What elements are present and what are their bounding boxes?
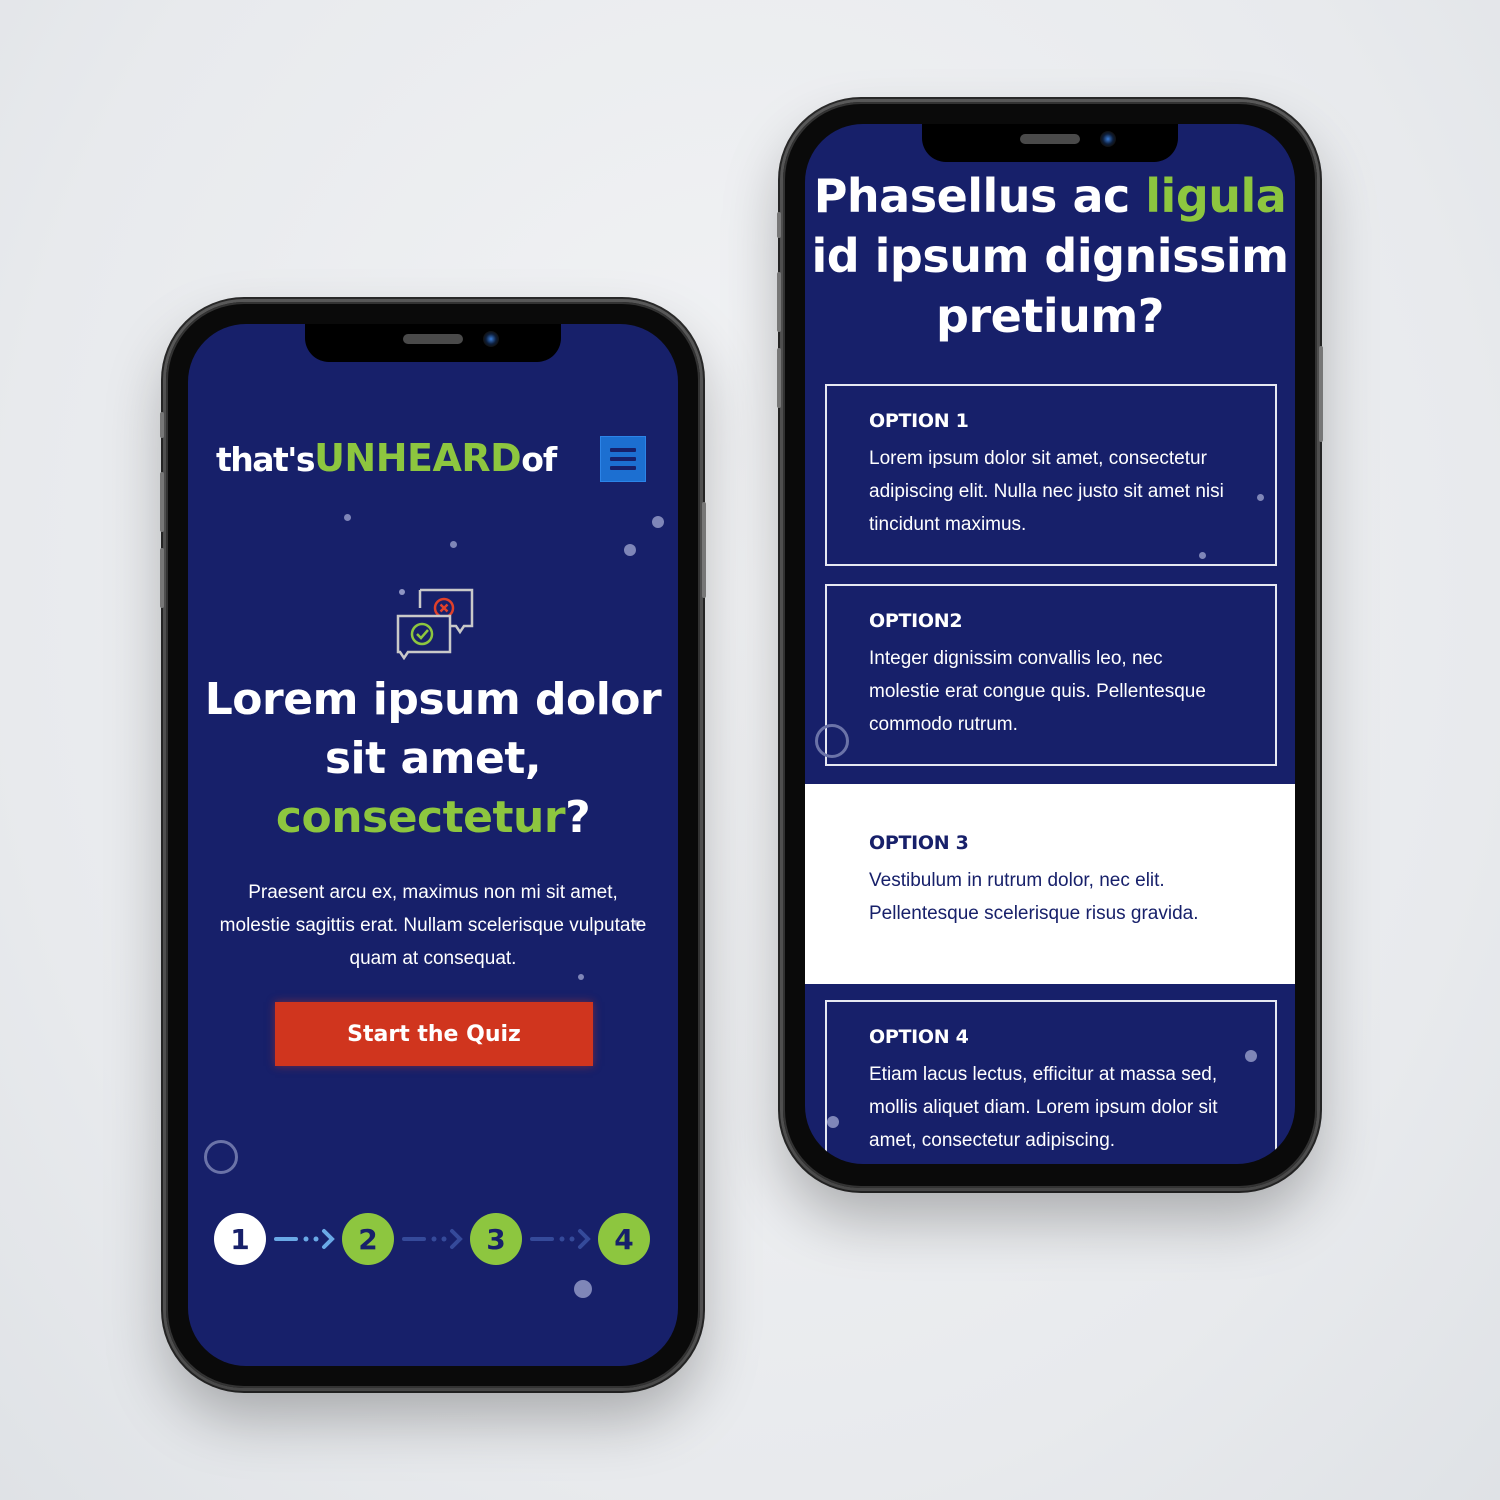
hero-title-highlight: consectetur (275, 792, 566, 843)
mute-switch (777, 212, 781, 238)
speaker-grille (1020, 134, 1080, 144)
option-label: OPTION 3 (869, 832, 969, 854)
step-arrow-icon (274, 1229, 335, 1249)
answer-option-3-selected[interactable]: OPTION 3 Vestibulum in rutrum dolor, nec… (805, 784, 1295, 984)
step-arrow-icon (402, 1229, 463, 1249)
decor-dot (344, 514, 351, 521)
start-quiz-button[interactable]: Start the Quiz (275, 1002, 593, 1066)
decor-dot (652, 516, 664, 528)
decor-ring (204, 1140, 238, 1174)
decor-dot (1245, 1050, 1257, 1062)
decor-dot (1199, 552, 1206, 559)
power-button (1319, 346, 1323, 442)
speaker-grille (403, 334, 463, 344)
option-text: Lorem ipsum dolor sit amet, consectetur … (869, 448, 1224, 535)
volume-up-button (160, 472, 164, 532)
answer-option-2[interactable]: OPTION2 Integer dignissim convallis leo,… (825, 584, 1277, 766)
option-text: Vestibulum in rutrum dolor, nec elit. Pe… (869, 870, 1199, 924)
option-label: OPTION 4 (869, 1026, 969, 1048)
chat-check-cross-icon (396, 588, 474, 660)
step-3: 3 (470, 1213, 522, 1265)
mute-switch (160, 412, 164, 438)
power-button (702, 502, 706, 598)
step-1: 1 (214, 1213, 266, 1265)
volume-down-button (160, 548, 164, 608)
camera-icon (1100, 131, 1116, 147)
question-title-highlight: ligula (1145, 169, 1287, 223)
volume-up-button (777, 272, 781, 332)
menu-button[interactable] (600, 436, 646, 482)
decor-dot (1257, 494, 1264, 501)
hero-title-line3: consectetur? (188, 788, 678, 847)
hero-title-line1: Lorem ipsum dolor (204, 674, 662, 725)
hamburger-icon-line (610, 448, 636, 452)
hero-title: Lorem ipsum dolor sit amet, consectetur? (188, 670, 678, 847)
hero-description: Praesent arcu ex, maximus non mi sit ame… (219, 882, 647, 969)
phone-notch (922, 124, 1178, 162)
logo-of: of (521, 440, 557, 479)
decor-dot (574, 1280, 592, 1298)
answer-option-4[interactable]: OPTION 4 Etiam lacus lectus, efficitur a… (825, 1000, 1277, 1164)
hero-title-line2: sit amet, (324, 733, 542, 784)
volume-down-button (777, 348, 781, 408)
phone-mockup-question: Phasellus ac ligula id ipsum dignissim p… (777, 102, 1323, 1188)
step-4: 4 (598, 1213, 650, 1265)
hero-title-end: ? (565, 792, 591, 843)
question-title-part2: id ipsum dignissim pretium? (811, 229, 1289, 343)
phone-mockup-landing: that'sUNHEARDof Lorem ipsum dolor sit am… (160, 302, 706, 1388)
option-label: OPTION2 (869, 610, 963, 632)
camera-icon (483, 331, 499, 347)
decor-dot (624, 544, 636, 556)
step-2: 2 (342, 1213, 394, 1265)
decor-dot (450, 541, 457, 548)
quiz-progress-steps: 1 2 3 4 (214, 1213, 654, 1265)
logo-thats: that's (216, 440, 316, 479)
option-label: OPTION 1 (869, 410, 969, 432)
hamburger-icon-line (610, 457, 636, 461)
logo-unheard: UNHEARD (314, 436, 522, 480)
landing-screen: that'sUNHEARDof Lorem ipsum dolor sit am… (188, 324, 678, 1366)
decor-ring (815, 724, 849, 758)
hamburger-icon-line (610, 466, 636, 470)
step-arrow-icon (530, 1229, 591, 1249)
answer-option-1[interactable]: OPTION 1 Lorem ipsum dolor sit amet, con… (825, 384, 1277, 566)
question-title-part1: Phasellus ac (813, 169, 1131, 223)
phone-notch (305, 324, 561, 362)
question-screen: Phasellus ac ligula id ipsum dignissim p… (805, 124, 1295, 1164)
option-text: Integer dignissim convallis leo, nec mol… (869, 648, 1206, 735)
decor-dot (827, 1116, 839, 1128)
question-title: Phasellus ac ligula id ipsum dignissim p… (805, 166, 1295, 346)
brand-logo[interactable]: that'sUNHEARDof (216, 436, 557, 480)
option-text: Etiam lacus lectus, efficitur at massa s… (869, 1064, 1218, 1151)
